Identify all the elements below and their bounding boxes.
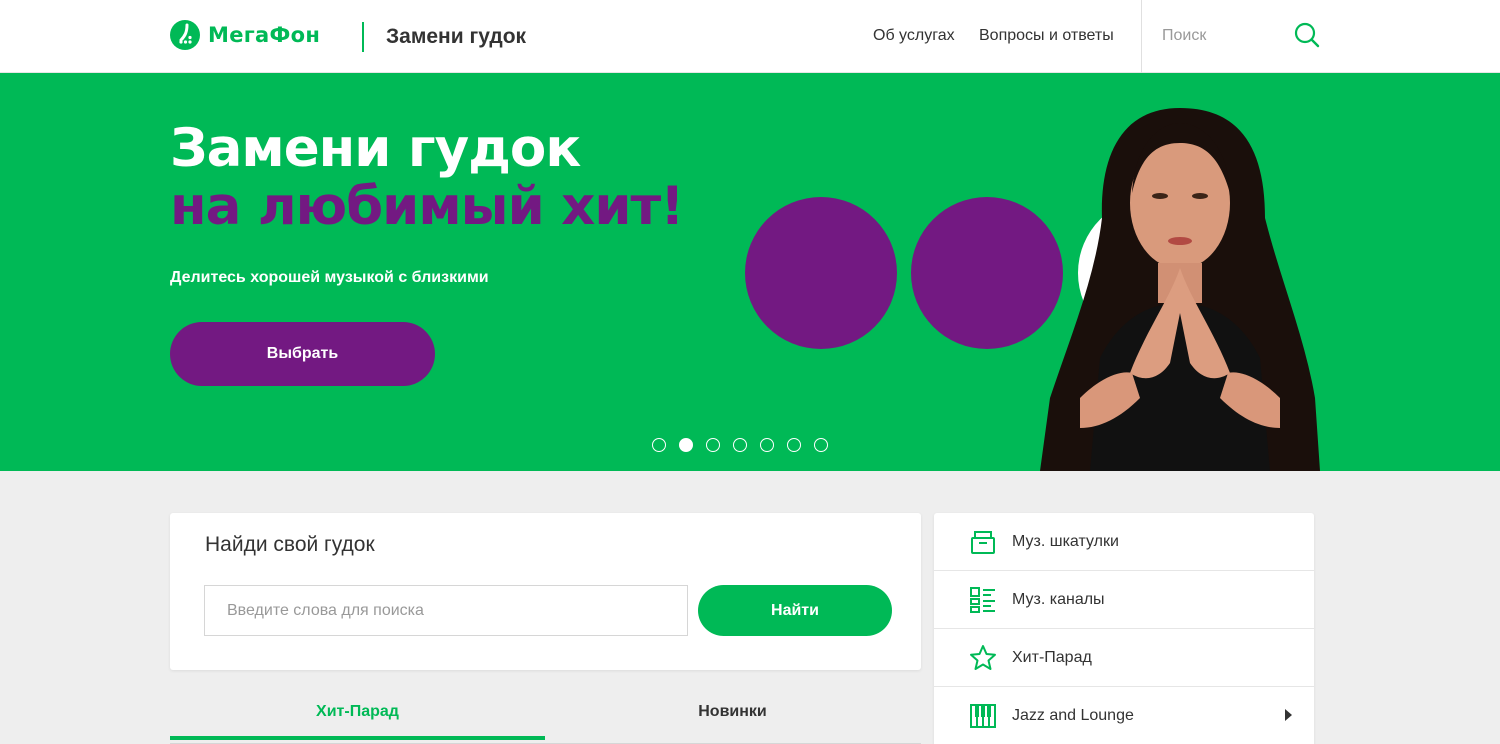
star-icon [970, 645, 996, 670]
sidebar-item-jazz-lounge[interactable]: Jazz and Lounge [934, 687, 1314, 744]
slider-dot[interactable] [760, 438, 774, 452]
sidebar-item-music-channels[interactable]: Муз. каналы [934, 571, 1314, 629]
header-divider [362, 22, 364, 52]
megafon-logo[interactable]: МегаФон [170, 20, 320, 50]
sidebar-item-label: Муз. шкатулки [1012, 533, 1119, 550]
choose-button[interactable]: Выбрать [170, 322, 435, 386]
chevron-right-icon[interactable] [1285, 709, 1292, 721]
sidebar-item-label: Хит-Парад [1012, 649, 1092, 666]
sidebar-item-music-boxes[interactable]: Муз. шкатулки [934, 513, 1314, 571]
megafon-logo-icon [170, 20, 200, 50]
tab-new[interactable]: Новинки [545, 687, 920, 740]
hero-title-line1: Замени гудок [170, 118, 581, 179]
artist-photo [1040, 108, 1320, 471]
slider-dot[interactable] [814, 438, 828, 452]
ringtone-search-input[interactable] [204, 585, 688, 636]
category-sidebar: Муз. шкатулки Муз. каналы Хит-Парад Jazz… [934, 513, 1314, 744]
hero-subtitle: Делитесь хорошей музыкой с близкими [170, 269, 489, 286]
search-icon[interactable] [1293, 21, 1321, 49]
find-button[interactable]: Найти [698, 585, 892, 636]
header-search-input[interactable] [1162, 24, 1282, 48]
logo-text: МегаФон [208, 23, 321, 47]
decor-circle [745, 197, 897, 349]
slider-dot-active[interactable] [679, 438, 693, 452]
service-title[interactable]: Замени гудок [386, 25, 526, 49]
sidebar-item-hit-parade[interactable]: Хит-Парад [934, 629, 1314, 687]
slider-dot[interactable] [652, 438, 666, 452]
sidebar-item-label: Jazz and Lounge [1012, 707, 1134, 724]
content-tabs: Хит-Парад Новинки [170, 687, 921, 744]
site-header: МегаФон Замени гудок Об услугах Вопросы … [0, 0, 1500, 73]
slider-dot[interactable] [787, 438, 801, 452]
music-box-icon [971, 531, 995, 554]
hero-banner: Замени гудок на любимый хит! Делитесь хо… [0, 73, 1500, 471]
search-card-title: Найди свой гудок [205, 533, 375, 556]
tab-hit-parade[interactable]: Хит-Парад [170, 687, 545, 740]
slider-dot[interactable] [733, 438, 747, 452]
nav-faq[interactable]: Вопросы и ответы [979, 27, 1114, 45]
hero-title-line2: на любимый хит! [170, 176, 684, 237]
slider-dots [652, 438, 828, 452]
nav-about-services[interactable]: Об услугах [873, 27, 955, 45]
slider-dot[interactable] [706, 438, 720, 452]
channels-icon [970, 587, 995, 613]
sidebar-item-label: Муз. каналы [1012, 591, 1105, 608]
search-card: Найди свой гудок Найти [170, 513, 921, 670]
piano-icon [970, 704, 996, 728]
